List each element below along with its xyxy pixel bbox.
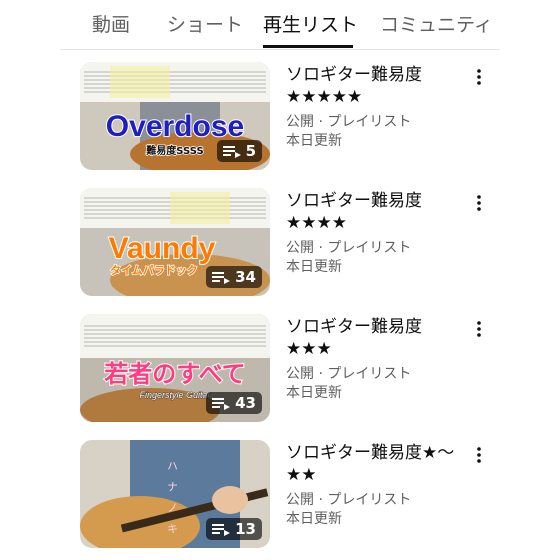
playlist-title-line2[interactable]: ★★★★★ bbox=[286, 86, 466, 108]
more-options-button[interactable] bbox=[470, 66, 488, 88]
playlist-icon bbox=[212, 524, 231, 536]
playlist-thumbnail[interactable]: ハナノキ 13 bbox=[80, 440, 270, 548]
playlist-thumbnail[interactable]: Vaundy タイムパラドック 34 bbox=[80, 188, 270, 296]
channel-tabs: 動画 ショート 再生リスト コミュニティ bbox=[60, 0, 500, 50]
playlist-item[interactable]: 若者のすべて Fingerstyle Guitar 43 ソロギター難易度 ★★… bbox=[80, 314, 500, 422]
playlist-thumbnail[interactable]: Overdose 難易度SSSS 5 bbox=[80, 62, 270, 170]
active-tab-indicator bbox=[263, 45, 353, 48]
video-count-badge: 34 bbox=[206, 266, 262, 288]
video-count: 13 bbox=[235, 520, 256, 538]
tab-community[interactable]: コミュニティ bbox=[380, 10, 493, 37]
more-vert-icon bbox=[477, 447, 481, 463]
thumbnail-subtitle-text: Fingerstyle Guitar bbox=[139, 390, 211, 400]
more-vert-icon bbox=[477, 195, 481, 211]
playlist-item[interactable]: Vaundy タイムパラドック 34 ソロギター難易度 ★★★★ 公開 · プレ… bbox=[80, 188, 500, 296]
playlist-info: ソロギター難易度★〜 ★★ 公開 · プレイリスト 本日更新 bbox=[286, 442, 466, 529]
playlist-title-line2[interactable]: ★★ bbox=[286, 464, 466, 486]
thumbnail-title-text: Overdose bbox=[106, 110, 244, 143]
playlist-updated: 本日更新 bbox=[286, 511, 342, 527]
more-vert-icon bbox=[477, 321, 481, 337]
playlist-updated: 本日更新 bbox=[286, 385, 342, 401]
thumbnail-title-text: ハナノキ bbox=[166, 460, 179, 544]
video-count-badge: 13 bbox=[206, 518, 262, 540]
playlist-item[interactable]: Overdose 難易度SSSS 5 ソロギター難易度 ★★★★★ 公開 · プ… bbox=[80, 62, 500, 170]
video-count: 5 bbox=[245, 142, 256, 160]
more-options-button[interactable] bbox=[470, 318, 488, 340]
playlist-updated: 本日更新 bbox=[286, 133, 342, 149]
playlist-icon bbox=[212, 272, 231, 284]
thumbnail-title-text: 若者のすべて bbox=[103, 360, 245, 388]
playlist-title[interactable]: ソロギター難易度 bbox=[286, 316, 466, 338]
playlist-visibility: 公開 · プレイリスト bbox=[286, 114, 412, 130]
playlist-info: ソロギター難易度 ★★★★ 公開 · プレイリスト 本日更新 bbox=[286, 190, 466, 277]
playlist-title[interactable]: ソロギター難易度 bbox=[286, 64, 466, 86]
more-vert-icon bbox=[477, 69, 481, 85]
playlist-thumbnail[interactable]: 若者のすべて Fingerstyle Guitar 43 bbox=[80, 314, 270, 422]
playlist-visibility: 公開 · プレイリスト bbox=[286, 366, 412, 382]
tab-shorts[interactable]: ショート bbox=[167, 10, 243, 37]
playlist-info: ソロギター難易度 ★★★★★ 公開 · プレイリスト 本日更新 bbox=[286, 64, 466, 151]
playlist-item[interactable]: ハナノキ 13 ソロギター難易度★〜 ★★ 公開 · プレイリスト 本日更新 bbox=[80, 440, 500, 548]
playlist-title[interactable]: ソロギター難易度★〜 bbox=[286, 442, 466, 464]
playlist-title-line2[interactable]: ★★★ bbox=[286, 338, 466, 360]
video-count-badge: 43 bbox=[206, 392, 262, 414]
video-count: 43 bbox=[235, 394, 256, 412]
playlist-title[interactable]: ソロギター難易度 bbox=[286, 190, 466, 212]
thumbnail-subtitle-text: タイムパラドック bbox=[110, 264, 198, 277]
more-options-button[interactable] bbox=[470, 192, 488, 214]
playlist-icon bbox=[222, 146, 241, 158]
playlist-title-line2[interactable]: ★★★★ bbox=[286, 212, 466, 234]
more-options-button[interactable] bbox=[470, 444, 488, 466]
video-count: 34 bbox=[235, 268, 256, 286]
thumbnail-subtitle-text: 難易度SSSS bbox=[145, 144, 203, 157]
tab-playlists[interactable]: 再生リスト bbox=[263, 10, 358, 37]
playlist-updated: 本日更新 bbox=[286, 259, 342, 275]
video-count-badge: 5 bbox=[216, 140, 262, 162]
playlist-visibility: 公開 · プレイリスト bbox=[286, 492, 412, 508]
thumbnail-title-text: Vaundy bbox=[109, 232, 216, 265]
playlist-icon bbox=[212, 398, 231, 410]
playlist-visibility: 公開 · プレイリスト bbox=[286, 240, 412, 256]
tab-videos[interactable]: 動画 bbox=[92, 10, 130, 37]
playlist-info: ソロギター難易度 ★★★ 公開 · プレイリスト 本日更新 bbox=[286, 316, 466, 403]
